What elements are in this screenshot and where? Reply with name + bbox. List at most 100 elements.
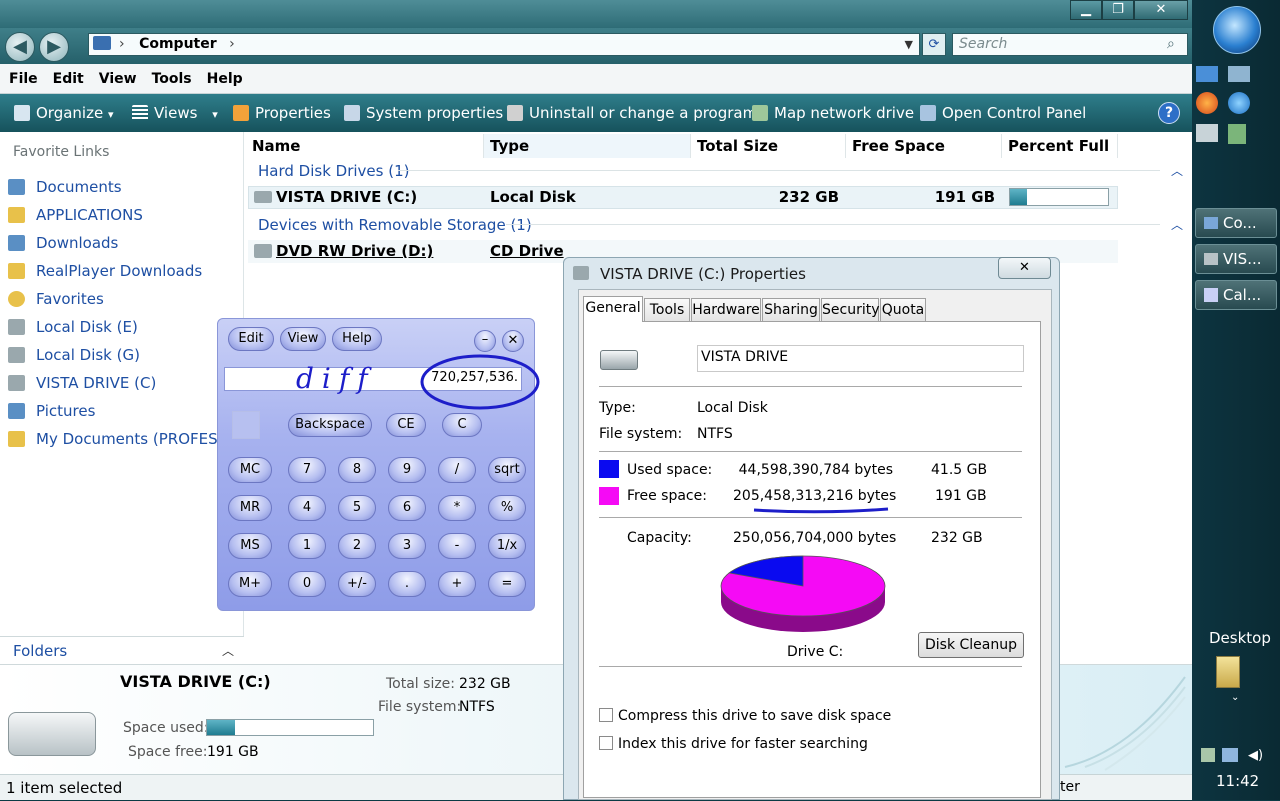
tab-security[interactable]: Security [821, 298, 880, 322]
address-dropdown-icon[interactable]: ▼ [905, 34, 913, 55]
start-orb-icon[interactable] [1213, 6, 1261, 54]
network-tray-icon[interactable] [1222, 748, 1238, 762]
favorite-favorites[interactable]: Favorites [8, 286, 104, 312]
volume-icon[interactable]: ◀) [1248, 748, 1263, 763]
minimize-button[interactable]: ▁ [1070, 0, 1102, 20]
properties-button[interactable]: Properties [233, 94, 331, 132]
calc-key-1-2[interactable]: 5 [338, 495, 376, 521]
map-network-drive-button[interactable]: Map network drive [752, 94, 914, 132]
collapse-chevron-icon[interactable]: ︿ [1171, 216, 1183, 233]
close-button[interactable]: ✕ [1134, 0, 1188, 20]
calc-key-3-0[interactable]: M+ [228, 571, 272, 597]
desktop-folder-icon[interactable] [1216, 656, 1240, 688]
column-header-name[interactable]: Name [246, 134, 484, 158]
column-header-type[interactable]: Type [484, 134, 691, 158]
calc-c-button[interactable]: C [442, 413, 482, 437]
forward-button[interactable]: ▶ [39, 32, 69, 62]
calc-key-1-5[interactable]: % [488, 495, 526, 521]
favorite-realplayer-downloads[interactable]: RealPlayer Downloads [8, 258, 202, 284]
calc-key-0-0[interactable]: MC [228, 457, 272, 483]
menu-edit[interactable]: Edit [53, 71, 84, 87]
calc-key-1-4[interactable]: * [438, 495, 476, 521]
collapse-chevron-icon[interactable]: ︿ [1171, 162, 1183, 179]
column-header-percent-full[interactable]: Percent Full [1002, 134, 1118, 158]
breadcrumb-computer[interactable]: Computer [139, 36, 217, 52]
menu-help[interactable]: Help [207, 71, 243, 87]
calc-key-2-0[interactable]: MS [228, 533, 272, 559]
calc-key-1-3[interactable]: 6 [388, 495, 426, 521]
calc-key-1-0[interactable]: MR [228, 495, 272, 521]
open-control-panel-button[interactable]: Open Control Panel [920, 94, 1086, 132]
favorite-local-disk-e[interactable]: Local Disk (E) [8, 314, 138, 340]
refresh-icon[interactable]: ⟳ [922, 33, 946, 56]
favorite-my-documents[interactable]: My Documents (PROFESSIO [8, 426, 243, 452]
address-field[interactable]: › Computer › ▼ [88, 33, 920, 56]
calc-key-2-3[interactable]: 3 [388, 533, 426, 559]
tab-tools[interactable]: Tools [644, 298, 690, 322]
compress-checkbox[interactable] [599, 708, 613, 722]
calc-key-3-4[interactable]: + [438, 571, 476, 597]
group-header-removable-storage[interactable]: Devices with Removable Storage (1) [258, 214, 532, 236]
calc-key-0-3[interactable]: 9 [388, 457, 426, 483]
menu-view[interactable]: View [99, 71, 137, 87]
organize-button[interactable]: Organize ▾ [14, 94, 114, 132]
disk-cleanup-button[interactable]: Disk Cleanup [918, 632, 1024, 658]
favorite-applications[interactable]: APPLICATIONS [8, 202, 143, 228]
index-checkbox[interactable] [599, 736, 613, 750]
calc-key-2-5[interactable]: 1/x [488, 533, 526, 559]
calc-backspace-button[interactable]: Backspace [288, 413, 372, 437]
calc-close-button[interactable]: ✕ [502, 330, 524, 352]
calc-key-0-5[interactable]: sqrt [488, 457, 526, 483]
internet-explorer-icon[interactable] [1228, 92, 1250, 114]
clock[interactable]: 11:42 [1216, 772, 1259, 790]
calc-key-0-1[interactable]: 7 [288, 457, 326, 483]
favorite-vista-drive[interactable]: VISTA DRIVE (C) [8, 370, 156, 396]
calc-key-3-5[interactable]: = [488, 571, 526, 597]
calc-key-2-4[interactable]: - [438, 533, 476, 559]
calc-ce-button[interactable]: CE [386, 413, 426, 437]
tab-quota[interactable]: Quota [880, 298, 926, 322]
favorite-downloads[interactable]: Downloads [8, 230, 118, 256]
column-header-free-space[interactable]: Free Space [846, 134, 1002, 158]
menu-file[interactable]: File [9, 71, 38, 87]
calc-key-2-2[interactable]: 2 [338, 533, 376, 559]
calc-key-3-1[interactable]: 0 [288, 571, 326, 597]
calc-key-2-1[interactable]: 1 [288, 533, 326, 559]
taskbar-item-vista-drive[interactable]: VIS... [1195, 244, 1277, 274]
back-button[interactable]: ◀ [5, 32, 35, 62]
taskbar-item-computer[interactable]: Co... [1195, 208, 1277, 238]
folders-toggle[interactable]: Folders ︿ [0, 636, 244, 664]
maximize-button[interactable]: ❐ [1102, 0, 1134, 20]
index-label[interactable]: Index this drive for faster searching [618, 736, 868, 752]
chevron-double-down-icon[interactable]: ⌄ [1231, 692, 1239, 703]
column-header-total-size[interactable]: Total Size [691, 134, 846, 158]
calc-menu-view[interactable]: View [280, 327, 326, 351]
calc-menu-help[interactable]: Help [332, 327, 382, 351]
favorite-pictures[interactable]: Pictures [8, 398, 95, 424]
search-icon[interactable]: ⌕ [1167, 36, 1175, 52]
compress-label[interactable]: Compress this drive to save disk space [618, 708, 891, 724]
calc-key-0-2[interactable]: 8 [338, 457, 376, 483]
taskbar-item-calculator[interactable]: Cal... [1195, 280, 1277, 310]
menu-tools[interactable]: Tools [152, 71, 192, 87]
switch-windows-icon[interactable] [1228, 66, 1250, 82]
calc-key-3-2[interactable]: +/- [338, 571, 376, 597]
tab-hardware[interactable]: Hardware [691, 298, 761, 322]
system-properties-button[interactable]: System properties [344, 94, 503, 132]
calc-menu-edit[interactable]: Edit [228, 327, 274, 351]
tray-icon[interactable] [1201, 748, 1215, 762]
calc-key-1-1[interactable]: 4 [288, 495, 326, 521]
search-input[interactable]: Search [952, 33, 1188, 56]
quicklaunch-icon[interactable] [1228, 124, 1246, 144]
calc-key-3-3[interactable]: . [388, 571, 426, 597]
favorite-local-disk-g[interactable]: Local Disk (G) [8, 342, 140, 368]
properties-close-button[interactable]: ✕ [998, 257, 1051, 279]
uninstall-program-button[interactable]: Uninstall or change a program [507, 94, 757, 132]
quicklaunch-icon[interactable] [1196, 124, 1218, 142]
favorite-documents[interactable]: Documents [8, 174, 122, 200]
calc-minimize-button[interactable]: – [474, 330, 496, 352]
calc-key-0-4[interactable]: / [438, 457, 476, 483]
views-button[interactable]: Views ▾ [132, 94, 218, 132]
group-header-hard-disk-drives[interactable]: Hard Disk Drives (1) [258, 160, 409, 182]
tab-sharing[interactable]: Sharing [762, 298, 820, 322]
